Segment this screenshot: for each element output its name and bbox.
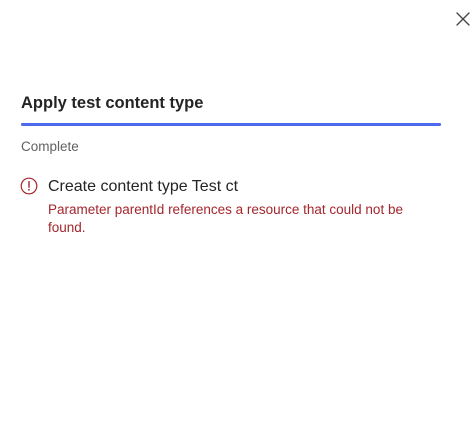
error-circle-icon (20, 177, 38, 195)
status-text: Complete (21, 139, 79, 154)
progress-bar-fill (21, 123, 441, 126)
result-error-message: Parameter parentId references a resource… (48, 202, 403, 235)
result-title: Create content type Test ct (48, 178, 239, 195)
close-icon (456, 12, 470, 26)
apply-content-type-panel: Apply test content type Complete Create … (0, 0, 474, 425)
progress-bar (21, 123, 441, 126)
close-button[interactable] (452, 8, 474, 30)
panel-title: Apply test content type (21, 94, 204, 112)
